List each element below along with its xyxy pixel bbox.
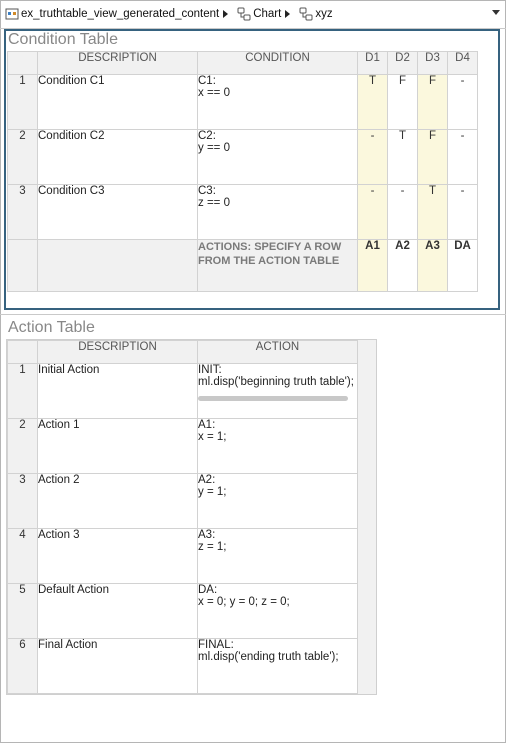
row-number: 3 bbox=[7, 473, 38, 529]
chevron-down-icon[interactable] bbox=[492, 10, 500, 15]
action-description-cell[interactable]: Action 3 bbox=[37, 528, 198, 584]
description-header: DESCRIPTION bbox=[37, 51, 198, 75]
condition-header: CONDITION bbox=[197, 51, 358, 75]
breadcrumb-chart-label: Chart bbox=[253, 8, 282, 20]
description-header: DESCRIPTION bbox=[37, 340, 198, 364]
row-number: 2 bbox=[7, 418, 38, 474]
decision-cell[interactable]: - bbox=[357, 129, 388, 185]
decision-cell[interactable]: T bbox=[417, 184, 448, 240]
row-number: 4 bbox=[7, 528, 38, 584]
condition-cell[interactable]: C3: z == 0 bbox=[197, 184, 358, 240]
breadcrumb-truth-table[interactable]: xyz bbox=[294, 7, 333, 21]
action-description-cell[interactable]: Initial Action bbox=[37, 363, 198, 419]
action-cell[interactable]: INIT: ml.disp('beginning truth table'); bbox=[197, 363, 358, 419]
condition-table-title: Condition Table bbox=[8, 31, 119, 48]
decision-header-d4[interactable]: D4 bbox=[447, 51, 478, 75]
condition-description-cell[interactable]: Condition C3 bbox=[37, 184, 198, 240]
condition-cell[interactable]: C2: y == 0 bbox=[197, 129, 358, 185]
action-text: INIT: ml.disp('beginning truth table'); bbox=[198, 364, 354, 389]
chart-icon bbox=[237, 7, 251, 21]
row-number: 5 bbox=[7, 583, 38, 639]
condition-description-cell[interactable]: Condition C1 bbox=[37, 74, 198, 130]
decision-cell[interactable]: F bbox=[417, 74, 448, 130]
actions-row: ACTIONS: SPECIFY A ROW FROM THE ACTION T… bbox=[7, 239, 478, 292]
decision-cell[interactable]: - bbox=[447, 74, 478, 130]
actions-row-number bbox=[7, 239, 38, 292]
truth-table-icon bbox=[299, 7, 313, 21]
row-number: 2 bbox=[7, 129, 38, 185]
action-row: 6 Final Action FINAL: ml.disp('ending tr… bbox=[7, 638, 358, 694]
action-table-title: Action Table bbox=[8, 319, 95, 336]
action-description-cell[interactable]: Default Action bbox=[37, 583, 198, 639]
breadcrumb-model-label: ex_truthtable_view_generated_content bbox=[21, 8, 220, 20]
breadcrumb-model[interactable]: ex_truthtable_view_generated_content bbox=[0, 7, 219, 21]
decision-cell[interactable]: - bbox=[357, 184, 388, 240]
condition-description-cell[interactable]: Condition C2 bbox=[37, 129, 198, 185]
actions-row-description bbox=[37, 239, 198, 292]
decision-cell[interactable]: F bbox=[387, 74, 418, 130]
decision-cell[interactable]: - bbox=[447, 129, 478, 185]
row-number-header bbox=[7, 340, 38, 364]
condition-row: 1 Condition C1 C1: x == 0 T F F - bbox=[7, 74, 478, 130]
action-cell[interactable]: A2: y = 1; bbox=[197, 473, 358, 529]
decision-header-d3[interactable]: D3 bbox=[417, 51, 448, 75]
condition-row: 3 Condition C3 C3: z == 0 - - T - bbox=[7, 184, 478, 240]
action-assignment-cell[interactable]: A2 bbox=[387, 239, 418, 292]
action-description-cell[interactable]: Action 2 bbox=[37, 473, 198, 529]
decision-cell[interactable]: T bbox=[357, 74, 388, 130]
action-table: DESCRIPTION ACTION 1 Initial Action INIT… bbox=[7, 340, 358, 694]
row-number: 3 bbox=[7, 184, 38, 240]
breadcrumb-chart[interactable]: Chart bbox=[232, 7, 281, 21]
model-icon bbox=[5, 8, 19, 20]
decision-cell[interactable]: - bbox=[387, 184, 418, 240]
action-assignment-cell[interactable]: A1 bbox=[357, 239, 388, 292]
condition-row: 2 Condition C2 C2: y == 0 - T F - bbox=[7, 129, 478, 185]
decision-header-d2[interactable]: D2 bbox=[387, 51, 418, 75]
action-table-header-row: DESCRIPTION ACTION bbox=[7, 340, 358, 364]
condition-table-header-row: DESCRIPTION CONDITION D1 D2 D3 D4 bbox=[7, 51, 478, 75]
action-row: 4 Action 3 A3: z = 1; bbox=[7, 528, 358, 584]
action-row: 1 Initial Action INIT: ml.disp('beginnin… bbox=[7, 363, 358, 419]
action-cell[interactable]: A3: z = 1; bbox=[197, 528, 358, 584]
chevron-right-icon bbox=[223, 10, 229, 18]
action-cell[interactable]: A1: x = 1; bbox=[197, 418, 358, 474]
condition-cell[interactable]: C1: x == 0 bbox=[197, 74, 358, 130]
decision-cell[interactable]: F bbox=[417, 129, 448, 185]
row-number-header bbox=[7, 51, 38, 75]
action-row: 3 Action 2 A2: y = 1; bbox=[7, 473, 358, 529]
breadcrumb-truth-table-label: xyz bbox=[315, 8, 333, 20]
action-assignment-cell[interactable]: DA bbox=[447, 239, 478, 292]
horizontal-scrollbar[interactable] bbox=[198, 396, 348, 401]
action-cell[interactable]: DA: x = 0; y = 0; z = 0; bbox=[197, 583, 358, 639]
decision-header-d1[interactable]: D1 bbox=[357, 51, 388, 75]
row-number: 1 bbox=[7, 74, 38, 130]
action-cell[interactable]: FINAL: ml.disp('ending truth table'); bbox=[197, 638, 358, 694]
action-description-cell[interactable]: Action 1 bbox=[37, 418, 198, 474]
action-header: ACTION bbox=[197, 340, 358, 364]
section-divider bbox=[0, 314, 506, 315]
row-number: 6 bbox=[7, 638, 38, 694]
action-assignment-cell[interactable]: A3 bbox=[417, 239, 448, 292]
breadcrumb: ex_truthtable_view_generated_content Cha… bbox=[0, 0, 506, 28]
row-number: 1 bbox=[7, 363, 38, 419]
condition-table: DESCRIPTION CONDITION D1 D2 D3 D4 1 Cond… bbox=[7, 51, 478, 292]
actions-row-label: ACTIONS: SPECIFY A ROW FROM THE ACTION T… bbox=[197, 239, 358, 292]
action-description-cell[interactable]: Final Action bbox=[37, 638, 198, 694]
chevron-right-icon bbox=[285, 10, 291, 18]
action-row: 5 Default Action DA: x = 0; y = 0; z = 0… bbox=[7, 583, 358, 639]
action-row: 2 Action 1 A1: x = 1; bbox=[7, 418, 358, 474]
decision-cell[interactable]: - bbox=[447, 184, 478, 240]
decision-cell[interactable]: T bbox=[387, 129, 418, 185]
